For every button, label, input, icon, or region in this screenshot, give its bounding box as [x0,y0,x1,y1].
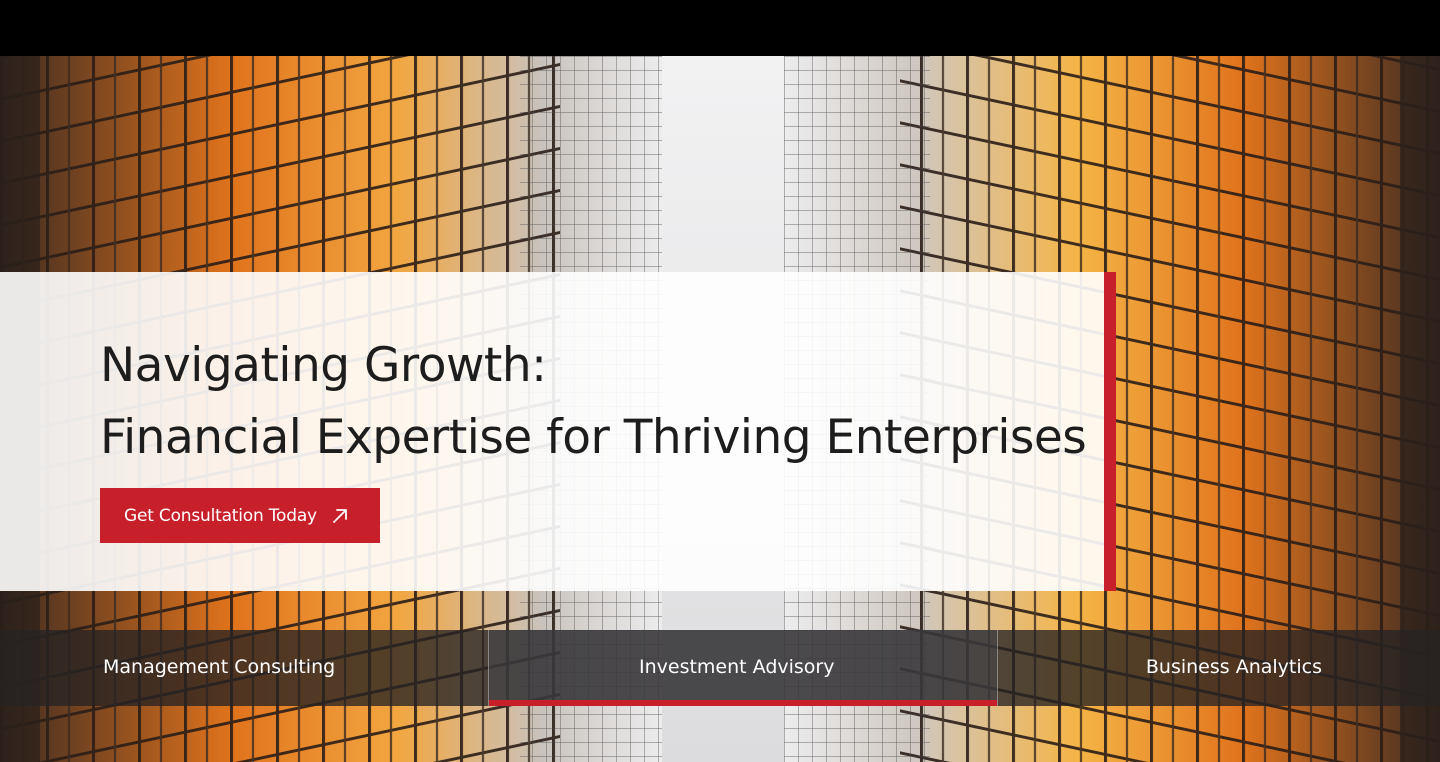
tab-investment-advisory[interactable]: Investment Advisory [488,630,998,706]
tab-label: Management Consulting [103,656,336,678]
services-tab-bar: Management Consulting Investment Advisor… [0,630,1440,706]
tab-label: Business Analytics [1145,656,1322,678]
hero-headline: Navigating Growth: Financial Expertise f… [100,330,1087,474]
tab-management-consulting[interactable]: Management Consulting [0,630,488,706]
headline-line-1: Navigating Growth: [100,338,547,393]
cta-label: Get Consultation Today [124,505,317,526]
panel-accent-bar [1104,272,1116,591]
get-consultation-button[interactable]: Get Consultation Today [100,488,380,543]
headline-line-2: Financial Expertise for Thriving Enterpr… [100,410,1087,465]
active-tab-indicator [489,700,997,706]
top-bar [0,0,1440,56]
arrow-up-right-icon [331,507,349,525]
tab-label: Investment Advisory [639,656,835,678]
tab-business-analytics[interactable]: Business Analytics [998,630,1440,706]
